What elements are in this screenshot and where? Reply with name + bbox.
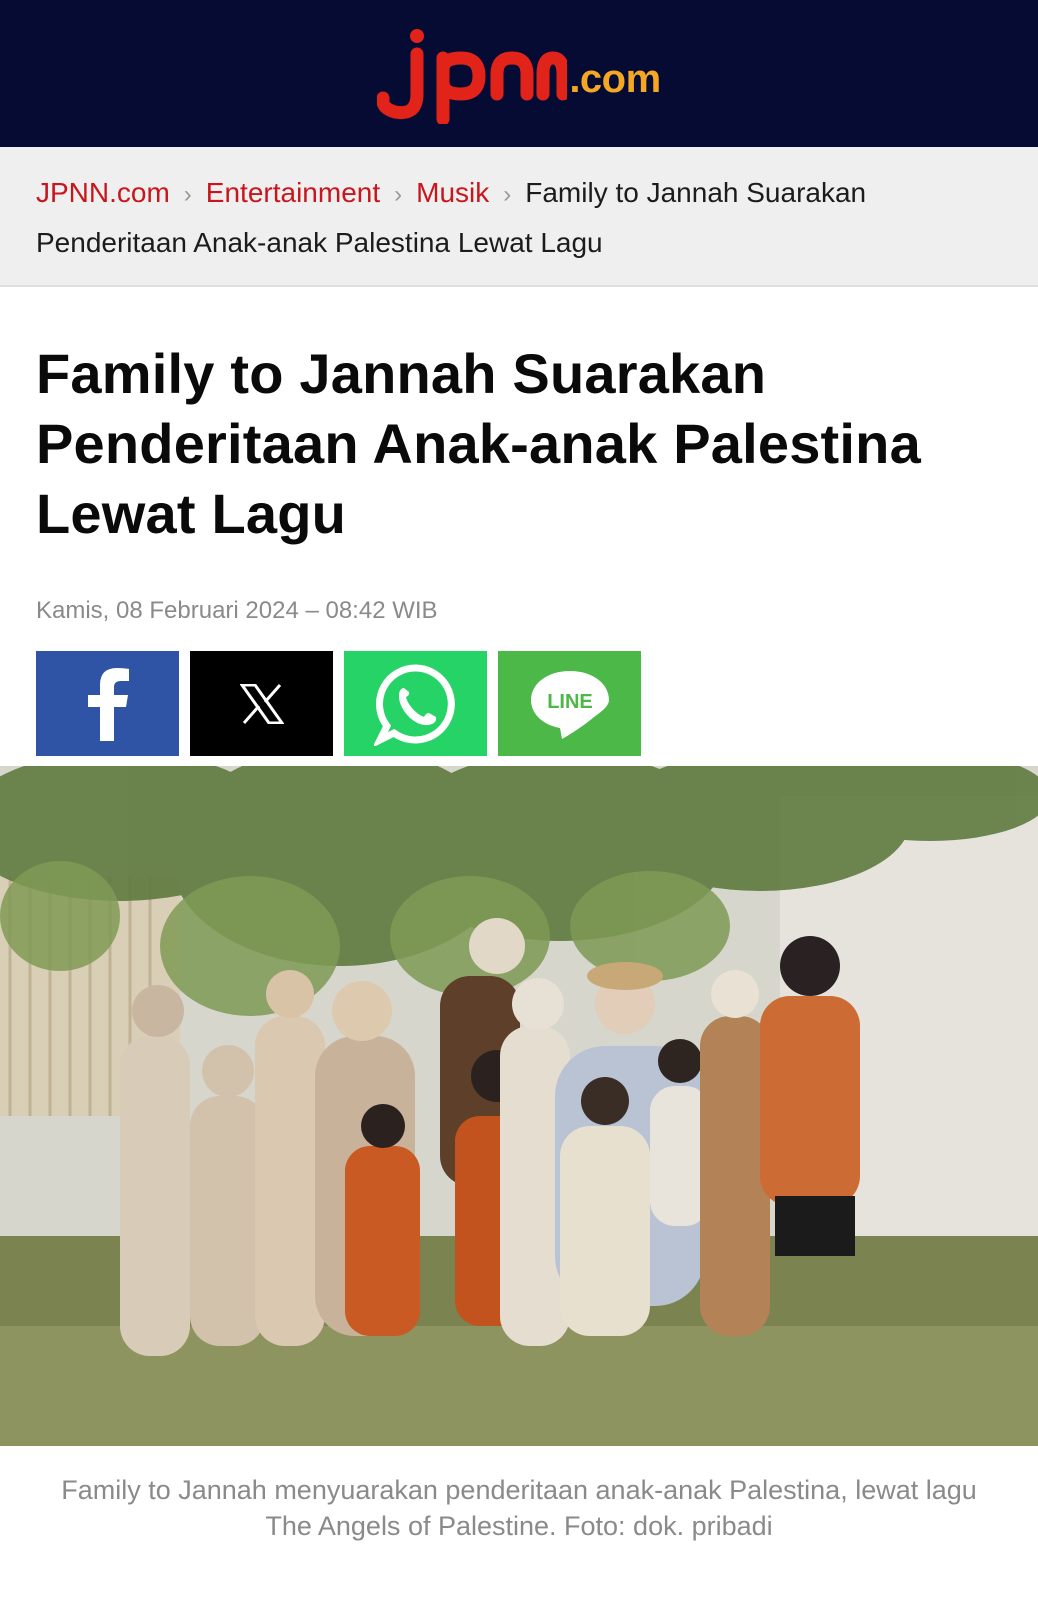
- share-whatsapp-button[interactable]: [344, 651, 487, 756]
- whatsapp-icon: [373, 663, 455, 746]
- photo-caption: Family to Jannah menyuarakan penderitaan…: [61, 1475, 977, 1541]
- article-date: Kamis, 08 Februari 2024 – 08:42 WIB: [36, 597, 438, 624]
- family-photo-illustration: [0, 766, 1038, 1446]
- logo-mark: [377, 28, 568, 124]
- chevron-right-icon: ›: [503, 181, 512, 208]
- breadcrumb-musik-link[interactable]: Musik: [416, 177, 489, 208]
- share-x-button[interactable]: [190, 651, 333, 756]
- chevron-right-icon: ›: [394, 181, 403, 208]
- article-title: Family to Jannah Suarakan Penderitaan An…: [36, 342, 921, 545]
- breadcrumb-home-link[interactable]: JPNN.com: [36, 177, 170, 208]
- share-facebook-button[interactable]: [36, 651, 179, 756]
- site-logo[interactable]: .com: [377, 24, 661, 124]
- line-label: LINE: [547, 691, 593, 713]
- logo-suffix: .com: [569, 56, 661, 101]
- breadcrumb: JPNN.com › Entertainment › Musik › Family to J…: [0, 147, 1038, 287]
- article-photo[interactable]: [0, 766, 1038, 1446]
- site-header: .com: [0, 0, 1038, 147]
- share-line-button[interactable]: LINE: [498, 651, 641, 756]
- article: Family to Jannah Suarakan Penderitaan An…: [0, 339, 1038, 756]
- x-icon: [239, 683, 284, 724]
- share-bar: LINE: [36, 651, 1002, 756]
- chevron-right-icon: ›: [183, 181, 192, 208]
- facebook-icon: [87, 667, 129, 741]
- line-icon: LINE: [530, 670, 609, 739]
- breadcrumb-entertainment-link[interactable]: Entertainment: [206, 177, 380, 208]
